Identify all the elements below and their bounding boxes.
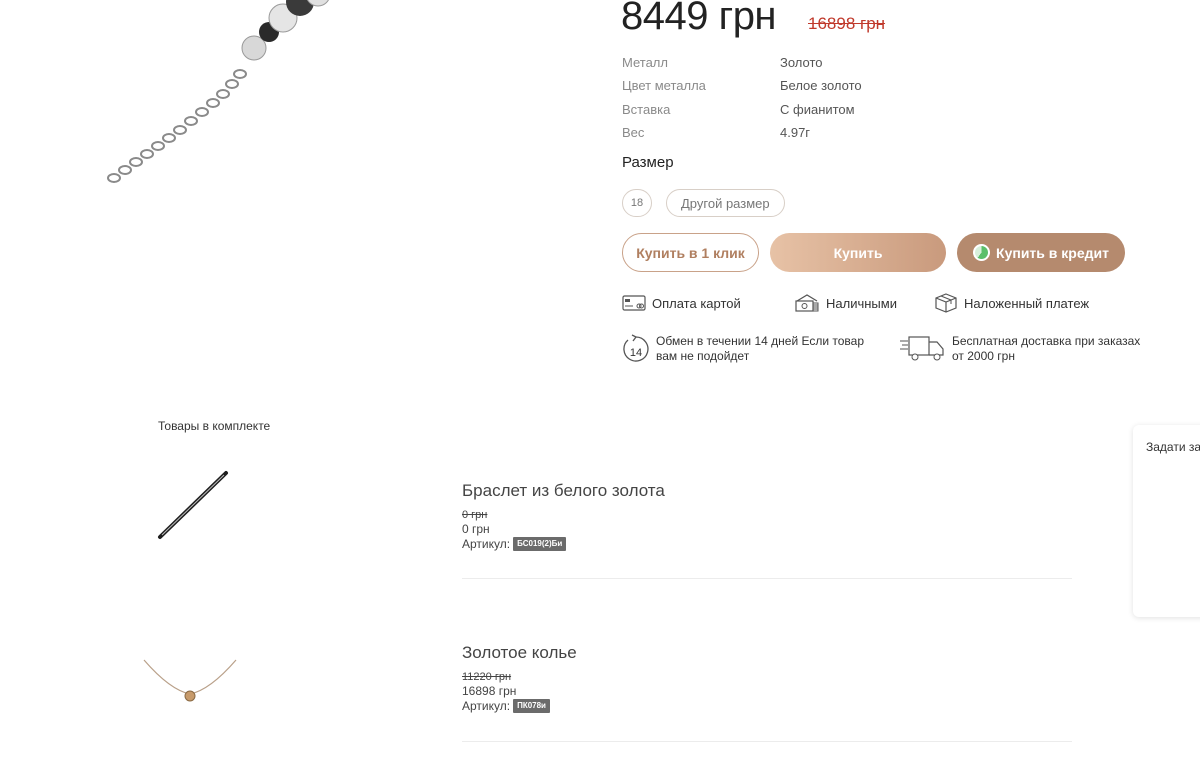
buy-credit-button[interactable]: Купить в кредит (957, 233, 1125, 272)
purchase-buttons: Купить в 1 клик Купить Купить в кредит (622, 233, 1125, 272)
spec-value: Белое золото (780, 78, 862, 94)
size-title: Размер (622, 154, 674, 171)
ask-question-tab[interactable]: Задати за (1133, 425, 1200, 617)
current-price: 8449 грн (621, 0, 777, 38)
kit-item-old-price: 0 грн (462, 509, 488, 521)
payment-card: Оплата картой (622, 294, 794, 312)
product-specs: Металл Золото Цвет металла Белое золото … (622, 51, 922, 144)
spec-label: Вес (622, 125, 645, 141)
payment-cod: Наложенный платеж (934, 292, 1089, 314)
size-options: 18 Другой размер (622, 189, 785, 217)
article-label: Артикул: (462, 699, 511, 713)
spec-row-metal-color: Цвет металла Белое золото (622, 74, 922, 97)
spec-row-insert: Вставка С фианитом (622, 98, 922, 121)
payment-cod-label: Наложенный платеж (964, 295, 1090, 311)
credit-icon (973, 244, 991, 261)
buy-button[interactable]: Купить (770, 233, 946, 272)
exchange-info: 14 Обмен в течении 14 дней Если товар ва… (622, 334, 898, 366)
exchange-label: Обмен в течении 14 дней Если товар вам н… (656, 334, 865, 363)
payment-cash: Наличными (794, 293, 934, 313)
kit-item-name[interactable]: Браслет из белого золота (462, 481, 1072, 501)
delivery-truck-icon (900, 336, 944, 361)
old-price: 16898 грн (808, 14, 886, 33)
kit-item-price: 16898 грн (462, 684, 517, 698)
article-badge: ПК078и (513, 699, 550, 713)
delivery-label: Бесплатная доставка при заказах от 2000 … (952, 334, 1141, 363)
exchange-14-days-icon: 14 (623, 334, 649, 362)
shipping-info: 14 Обмен в течении 14 дней Если товар ва… (622, 334, 1152, 366)
kit-item-article: Артикул: ПК078и (462, 698, 1072, 714)
spec-row-weight: Вес 4.97г (622, 121, 922, 144)
kit-item-name[interactable]: Золотое колье (462, 643, 1072, 663)
kit-item-image-bracelet[interactable] (150, 465, 234, 547)
cash-icon (795, 294, 819, 312)
parcel-icon (935, 293, 957, 313)
spec-label: Металл (622, 55, 668, 71)
size-option-18[interactable]: 18 (622, 189, 652, 217)
kit-item-image-necklace[interactable] (140, 656, 240, 708)
product-image[interactable] (100, 0, 560, 195)
kit-title: Товары в комплекте (158, 419, 271, 433)
payment-cash-label: Наличными (826, 295, 897, 311)
spec-label: Цвет металла (622, 78, 706, 94)
payment-card-label: Оплата картой (652, 295, 741, 311)
buy-credit-label: Купить в кредит (996, 244, 1109, 261)
delivery-info: Бесплатная доставка при заказах от 2000 … (898, 334, 1152, 366)
card-icon (622, 295, 646, 311)
article-badge: БС019(2)Би (513, 537, 567, 551)
svg-text:14: 14 (630, 347, 642, 359)
ask-question-label: Задати за (1146, 440, 1200, 454)
spec-label: Вставка (622, 101, 671, 117)
spec-row-metal: Металл Золото (622, 51, 922, 74)
product-page: 8449 грн 16898 грн Металл Золото Цвет ме… (0, 0, 1200, 762)
kit-item: Браслет из белого золота 0 грн 0 грн Арт… (462, 481, 1072, 579)
size-option-other[interactable]: Другой размер (666, 189, 785, 217)
spec-value: Золото (780, 55, 823, 71)
payment-methods: Оплата картой Наличными Наложенный плате… (622, 292, 1089, 314)
kit-item: Золотое колье 11220 грн 16898 грн Артику… (462, 643, 1072, 742)
article-label: Артикул: (462, 537, 511, 551)
kit-item-price: 0 грн (462, 522, 490, 536)
spec-value: С фианитом (780, 101, 855, 117)
kit-item-old-price: 11220 грн (462, 671, 512, 683)
spec-value: 4.97г (780, 125, 811, 141)
kit-item-article: Артикул: БС019(2)Би (462, 536, 1072, 552)
buy-one-click-button[interactable]: Купить в 1 клик (622, 233, 759, 272)
